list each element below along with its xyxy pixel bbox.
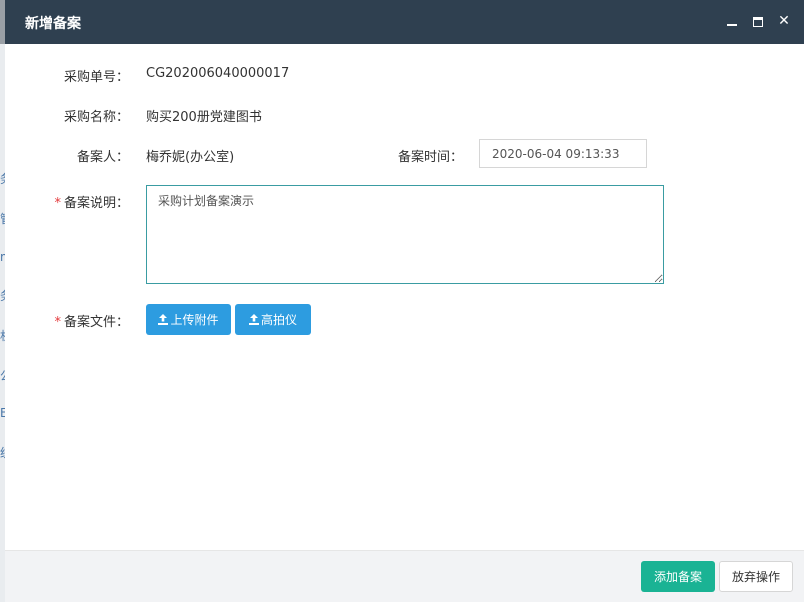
dialog-footer: 添加备案 放弃操作 xyxy=(5,550,804,602)
purchase-name-label: 采购名称： xyxy=(63,110,129,125)
add-filing-button[interactable]: 添加备案 xyxy=(641,561,715,592)
close-icon[interactable]: ✕ xyxy=(776,13,792,29)
file-label: 备案文件： xyxy=(63,315,129,330)
upload-icon xyxy=(158,314,169,325)
upload-icon xyxy=(248,314,259,325)
upload-button-label: 上传附件 xyxy=(170,313,219,327)
dialog-title: 新增备案 xyxy=(25,16,81,32)
document-camera-label: 高拍仪 xyxy=(260,313,297,327)
purchase-name-value: 购买200册党建图书 xyxy=(146,110,262,125)
discard-button[interactable]: 放弃操作 xyxy=(719,561,793,592)
upload-attachment-button[interactable]: 上传附件 xyxy=(146,304,231,335)
purchase-no-value: CG202006040000017 xyxy=(146,66,290,81)
desc-label-row: * 备案说明： xyxy=(9,192,129,211)
desc-textarea[interactable]: 采购计划备案演示 xyxy=(146,185,664,284)
document-camera-button[interactable]: 高拍仪 xyxy=(235,304,311,335)
filer-label: 备案人： xyxy=(76,150,129,165)
file-label-row: * 备案文件： xyxy=(9,311,129,330)
purchase-no-label: 采购单号： xyxy=(63,70,129,85)
filing-time-label: 备案时间： xyxy=(397,150,463,165)
maximize-icon[interactable] xyxy=(750,13,766,29)
desc-label: 备案说明： xyxy=(63,196,129,211)
required-mark: * xyxy=(54,315,61,330)
filer-value: 梅乔妮(办公室) xyxy=(146,150,235,165)
filing-time-input[interactable] xyxy=(479,139,647,168)
minimize-icon[interactable] xyxy=(724,13,740,29)
required-mark: * xyxy=(54,196,61,211)
dialog-titlebar: 新增备案 ✕ xyxy=(5,0,804,44)
add-filing-dialog: 新增备案 ✕ 采购单号： CG202006040000017 采购名称： 购买2… xyxy=(5,0,804,602)
